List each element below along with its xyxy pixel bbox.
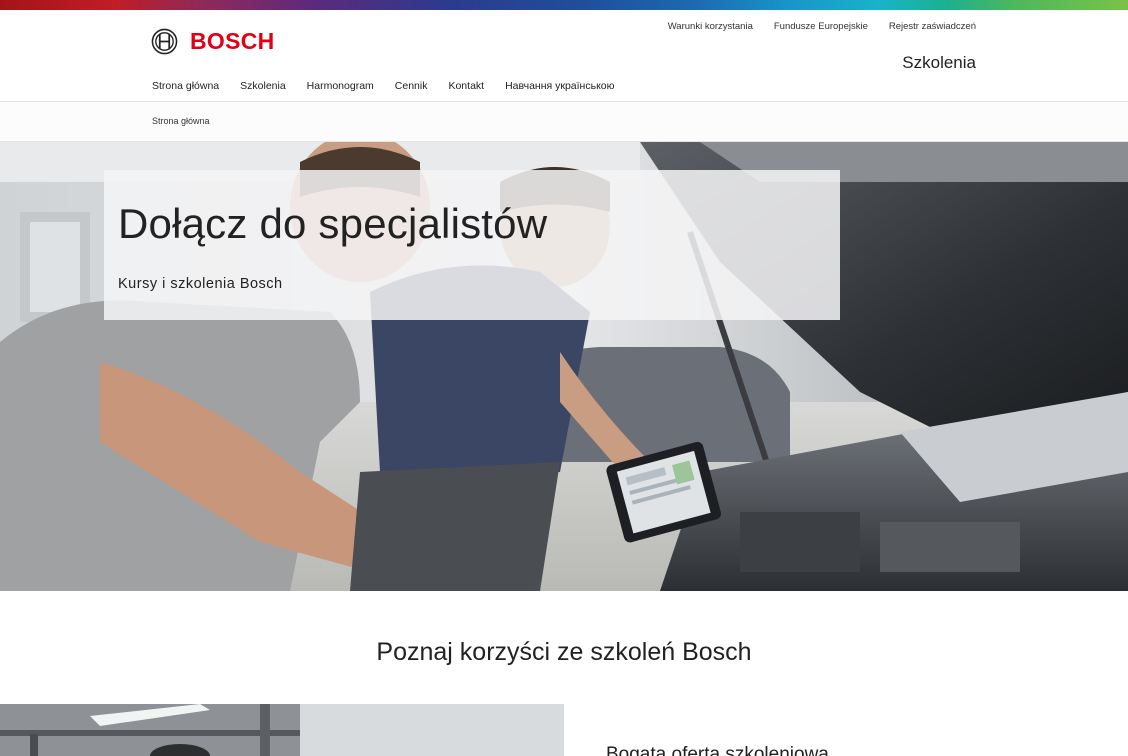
workshop-photo <box>0 704 564 756</box>
hero-subtitle: Kursy i szkolenia Bosch <box>118 276 283 292</box>
hero-title: Dołącz do specjalistów <box>118 200 548 247</box>
utility-nav: Warunki korzystania Fundusze Europejskie… <box>668 21 976 32</box>
link-fundusze-europejskie[interactable]: Fundusze Europejskie <box>774 21 868 32</box>
benefits-heading: Poznaj korzyści ze szkoleń Bosch <box>376 638 752 666</box>
hero-banner: Dołącz do specjalistów Kursy i szkolenia… <box>0 142 1128 591</box>
breadcrumb-item-home[interactable]: Strona główna <box>152 116 210 126</box>
hero-text-panel: Dołącz do specjalistów Kursy i szkolenia… <box>104 170 840 320</box>
site-header: BOSCH Warunki korzystania Fundusze Europ… <box>0 10 1128 102</box>
site-title: Szkolenia <box>902 53 976 72</box>
breadcrumb: Strona główna <box>152 116 210 126</box>
breadcrumb-bar: Strona główna <box>0 102 1128 142</box>
main-nav: Strona główna Szkolenia Harmonogram Cenn… <box>152 80 615 92</box>
feature-title: Bogata oferta szkoleniowa <box>606 744 829 756</box>
link-rejestr-zaswiadczen[interactable]: Rejestr zaświadczeń <box>889 21 976 32</box>
brand-color-stripe <box>0 0 1128 10</box>
nav-item-ukrainian[interactable]: Навчання українською <box>505 80 614 92</box>
nav-item-szkolenia[interactable]: Szkolenia <box>240 80 286 92</box>
bosch-logo[interactable]: BOSCH <box>151 28 275 55</box>
feature-image <box>0 704 564 756</box>
nav-item-kontakt[interactable]: Kontakt <box>448 80 484 92</box>
nav-item-cennik[interactable]: Cennik <box>395 80 428 92</box>
bosch-armature-icon <box>151 28 178 55</box>
nav-item-strona-glowna[interactable]: Strona główna <box>152 80 219 92</box>
link-warunki-korzystania[interactable]: Warunki korzystania <box>668 21 753 32</box>
nav-item-harmonogram[interactable]: Harmonogram <box>307 80 374 92</box>
brand-name: BOSCH <box>190 28 275 54</box>
